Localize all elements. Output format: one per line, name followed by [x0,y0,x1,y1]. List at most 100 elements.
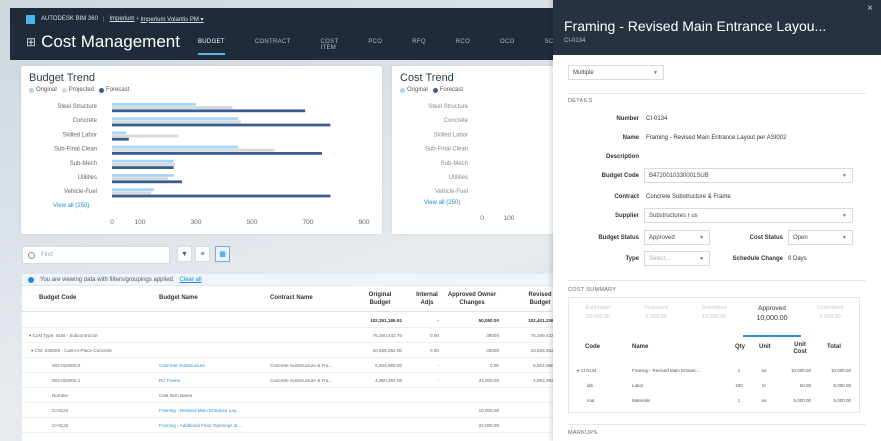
budget-code-field[interactable]: B4720010330001SUB ▼ [644,168,853,183]
bar-projected[interactable] [112,177,168,180]
category-label: Sub-Mech [441,161,468,167]
table-row[interactable]: 102,351,186.91-50,050.00 102,401,236.91 [22,313,562,328]
cell-name[interactable]: Framing - Additional Floor Openings at .… [159,423,243,428]
cell-adj: 0.00 [430,348,439,353]
contract-label: Contract [614,194,639,200]
bar-original[interactable] [112,159,174,163]
summary-proposed[interactable]: Proposed 9,000.00 [627,305,685,320]
category-label: Steel Structure [57,104,97,110]
close-icon[interactable]: × [867,3,873,14]
bar-projected[interactable] [112,148,275,152]
bar-original[interactable] [112,145,238,149]
group-button[interactable]: ≡ [195,246,210,262]
bar-projected[interactable] [112,134,180,138]
table-row[interactable]: ▾ Cost Type: SUB - Subcontractor 76,250,4… [22,328,562,343]
markups-label: MARKUPS [568,430,598,436]
cell-name[interactable]: Concrete Substructure [159,363,205,368]
tab-pco[interactable]: PCO [368,39,382,55]
col-budget-name[interactable]: Budget Name [159,295,198,301]
project-selector[interactable]: Imperium Volantis PM ▾ [141,16,204,23]
chart-toggle-button[interactable]: ▦ [215,246,230,262]
cost-status-dropdown[interactable]: Open ▼ [788,230,853,245]
summary-value: 10,000.00 [585,314,611,320]
name-label: Name [622,135,639,141]
summary-table-row[interactable]: lab Labor 100 hr 50.00 5,000.00 [569,379,861,393]
filter-button[interactable]: ▼ [177,246,192,262]
cell-name[interactable]: Framing - Revised Main Entrance Lay... [159,408,240,413]
col-approved-owner-changes[interactable]: Approved Owner Changes [441,291,503,307]
category-label: Skilled Labor [62,132,97,138]
cell-code: ▾ Cost Type: SUB - Subcontractor [29,333,98,338]
bar-original[interactable] [112,103,196,106]
bar-original[interactable] [112,188,154,191]
bar-original[interactable] [112,131,126,135]
table-row[interactable]: 003-033000.1 RC Frame Concrete Substructur… [22,373,562,388]
summary-cell-qty: 1 [737,398,741,403]
scope-dropdown[interactable]: Multiple ▼ [568,65,664,80]
chevron-down-icon: ▼ [699,255,704,262]
col-budget-code[interactable]: Budget Code [39,295,76,301]
summary-submitted[interactable]: Submitted 10,000.00 [685,305,743,320]
number-value: CI-0134 [646,116,668,122]
summary-label: Approved [758,305,786,312]
col-original-budget[interactable]: Original Budget [358,291,402,307]
bar-projected[interactable] [112,191,152,195]
cell-name[interactable]: RC Frame [159,378,180,383]
cell-orig: 5,604,960.00 [375,363,402,368]
category-label: Concrete [73,118,98,124]
bar-original[interactable] [112,117,238,120]
summary-estimated[interactable]: Estimated 10,000.00 [569,305,627,320]
bar-projected[interactable] [112,163,175,166]
summary-table-row[interactable]: mat Materials 1 ea 5,000.00 5,000.00 [569,394,861,408]
col-internal-adjs[interactable]: Internal Adjs [409,291,445,307]
col-contract-name[interactable]: Contract Name [270,295,313,301]
bar-forecast[interactable] [112,109,306,113]
clear-all-link[interactable]: Clear all [180,277,202,283]
table-row[interactable]: CI-0134 Framing - Revised Main Entrance L… [22,403,562,418]
summary-committed[interactable]: Committed 9,000.00 [801,305,859,320]
cost-trend-card: Cost Trend Original Forecast Steel Struc… [392,66,562,234]
budget-view-all-link[interactable]: View all (250) [53,203,89,209]
project-prefix[interactable]: Imperium [109,16,134,22]
type-dropdown[interactable]: Select... ▼ [644,251,710,266]
bar-forecast[interactable] [112,166,174,169]
bar-forecast[interactable] [112,152,322,155]
bar-original[interactable] [112,174,174,177]
bar-forecast[interactable] [112,123,331,127]
tab-budget[interactable]: BUDGET [198,39,225,55]
table-row[interactable]: 002-033000.0 Concrete Substructure Concret… [22,358,562,373]
bar-projected[interactable] [112,106,233,109]
bar-forecast[interactable] [112,137,129,141]
summary-cell-unit-cost: 10,000.00 [790,368,811,373]
summary-table-row[interactable]: ▾ CI-0134 Framing - Revised Main Entranc.… [569,364,861,378]
bar-forecast[interactable] [112,194,331,198]
tab-rco[interactable]: RCO [456,39,470,55]
x-tick-label: 700 [303,219,314,226]
table-row[interactable]: CI-0132 Framing - Additional Floor Openin… [22,418,562,433]
tab-cost-item[interactable]: COST ITEM [321,39,339,55]
bar-forecast[interactable] [112,180,182,184]
summary-approved[interactable]: Approved 10,000.00 [743,305,801,322]
budget-status-dropdown[interactable]: Approved ▼ [644,230,710,245]
tab-contract[interactable]: CONTRACT [255,39,291,55]
cell-appr: 39000 [486,333,499,338]
bar-projected[interactable] [112,120,241,124]
x-tick-label: 900 [359,219,370,226]
divider [568,424,866,425]
chevron-down-icon: ▼ [699,234,704,241]
table-row[interactable]: Number Cost Item Name [22,388,562,403]
supplier-dropdown[interactable]: Substructures r us ▼ [644,208,853,223]
search-input[interactable]: Find [22,246,170,264]
cell-orig: 4,950,392.00 [375,378,402,383]
cost-view-all-link[interactable]: View all (250) [424,200,460,206]
tab-rfq[interactable]: RFQ [412,39,426,55]
table-row[interactable]: ▾ CSI: 033000 - Cast-In-Place Concrete 10… [22,343,562,358]
tab-oco[interactable]: OCO [500,39,515,55]
category-label: Skilled Labor [433,132,468,138]
x-tick-label: 0 [110,219,114,226]
app-grid-icon[interactable]: ⊞ [26,35,36,49]
divider [568,280,866,281]
cell-code: ▾ CSI: 033000 - Cast-In-Place Concrete [31,348,112,353]
summary-label: Proposed [644,305,668,311]
summary-value: 9,000.00 [819,314,841,320]
